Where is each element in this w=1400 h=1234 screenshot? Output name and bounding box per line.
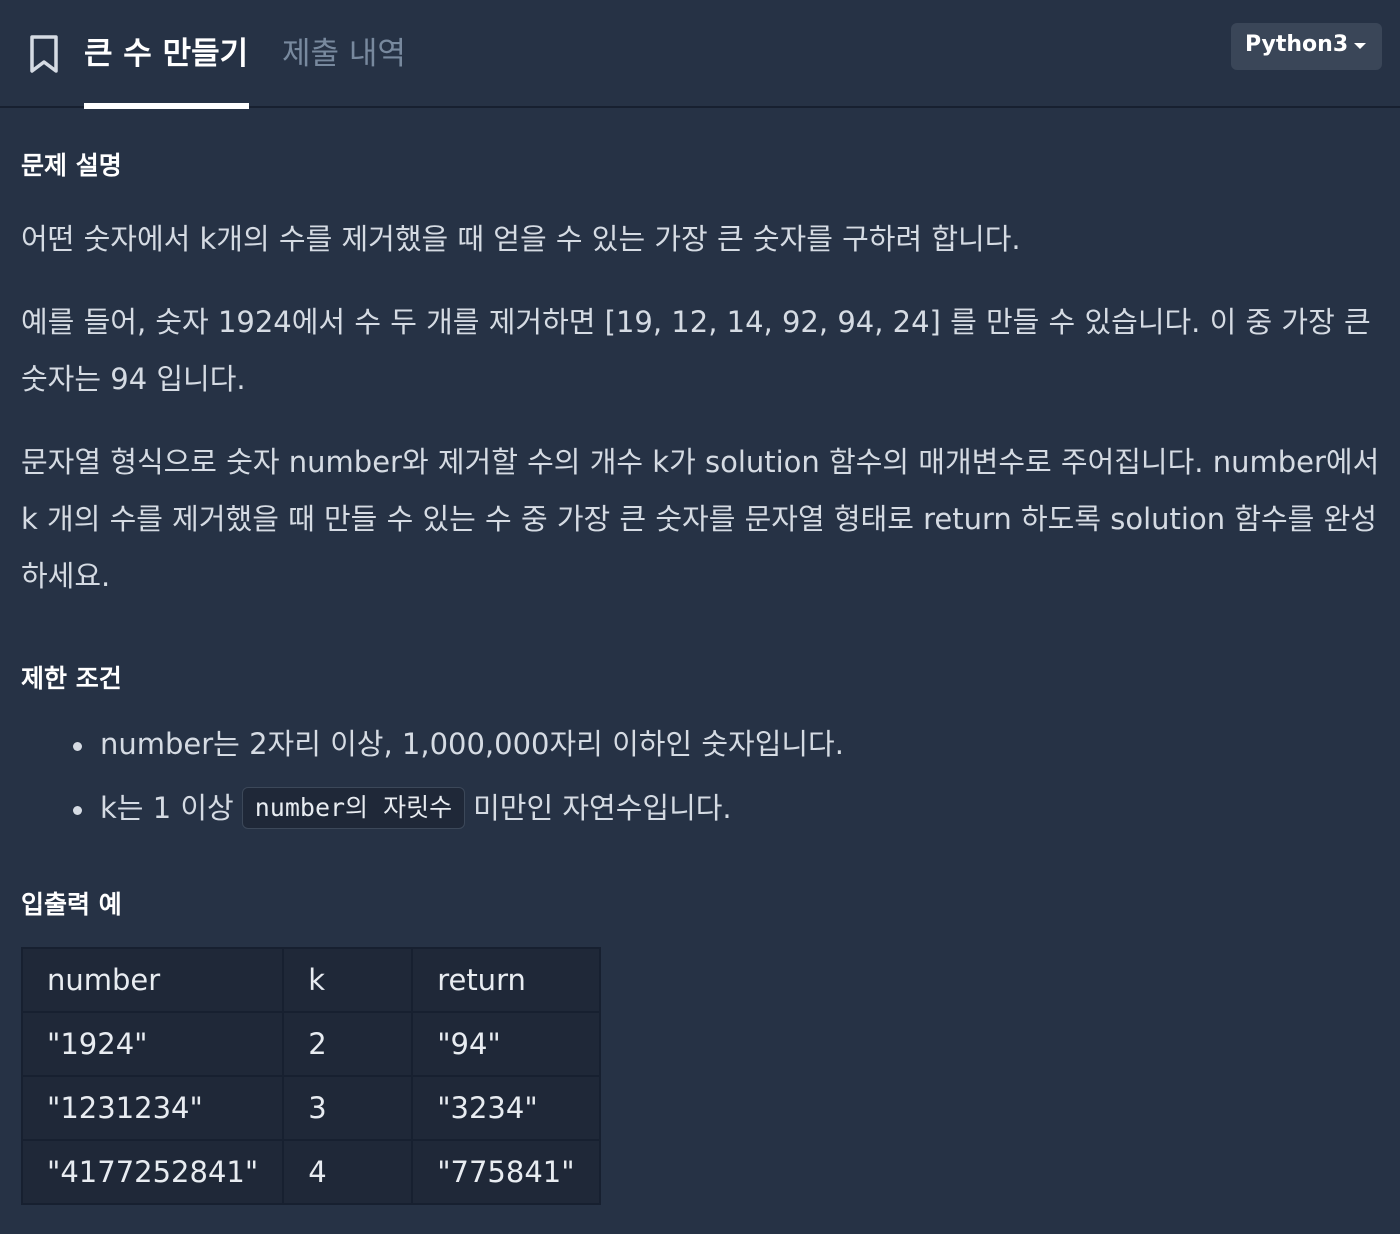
table-row: "1231234" 3 "3234" [20,1075,601,1141]
table-cell: 2 [282,1011,414,1077]
table-cell: "3234" [411,1075,601,1141]
table-cell: 3 [282,1075,414,1141]
table-cell: 4 [282,1139,414,1205]
active-tab-indicator [84,103,249,109]
description-paragraph-2: 예를 들어, 숫자 1924에서 수 두 개를 제거하면 [19, 12, 14… [21,305,1371,396]
constraints-list: number는 2자리 이상, 1,000,000자리 이하인 숫자입니다. k… [73,716,844,844]
table-cell: "775841" [411,1139,601,1205]
tab-submissions[interactable]: 제출 내역 [282,28,406,73]
tab-problem[interactable]: 큰 수 만들기 [84,28,248,73]
constraint-item-2-suffix: 미만인 자연수입니다. [473,791,732,825]
section-title-description: 문제 설명 [21,151,122,180]
inline-code: number의 자릿수 [241,787,466,829]
table-cell: "4177252841" [20,1139,285,1205]
problem-header: 큰 수 만들기 제출 내역 Python3 [0,0,1400,109]
description-paragraph-1: 어떤 숫자에서 k개의 수를 제거했을 때 얻을 수 있는 가장 큰 숫자를 구… [21,222,1021,256]
constraint-item-2: k는 1 이상 number의 자릿수 미만인 자연수입니다. [73,780,844,844]
examples-table: number k return "1924" 2 "94" "1231234" … [20,947,601,1205]
chevron-down-icon [1354,43,1366,49]
language-select[interactable]: Python3 [1231,23,1382,70]
table-row: "4177252841" 4 "775841" [20,1139,601,1205]
table-header-cell: k [282,947,414,1013]
section-title-constraints: 제한 조건 [21,664,122,693]
table-header-cell: number [20,947,285,1013]
constraint-item-2-prefix: k는 1 이상 [100,791,234,825]
table-cell: "1924" [20,1011,285,1077]
table-header-row: number k return [20,947,601,1013]
bookmark-icon[interactable] [29,34,59,74]
language-select-label: Python3 [1245,32,1349,57]
table-cell: "1231234" [20,1075,285,1141]
table-row: "1924" 2 "94" [20,1011,601,1077]
table-header-cell: return [411,947,601,1013]
constraint-item-1-text: number는 2자리 이상, 1,000,000자리 이하인 숫자입니다. [100,727,844,761]
section-title-examples: 입출력 예 [21,890,122,919]
table-cell: "94" [411,1011,601,1077]
constraint-item-1: number는 2자리 이상, 1,000,000자리 이하인 숫자입니다. [73,716,844,780]
description-paragraph-3: 문자열 형식으로 숫자 number와 제거할 수의 개수 k가 solutio… [21,445,1380,593]
